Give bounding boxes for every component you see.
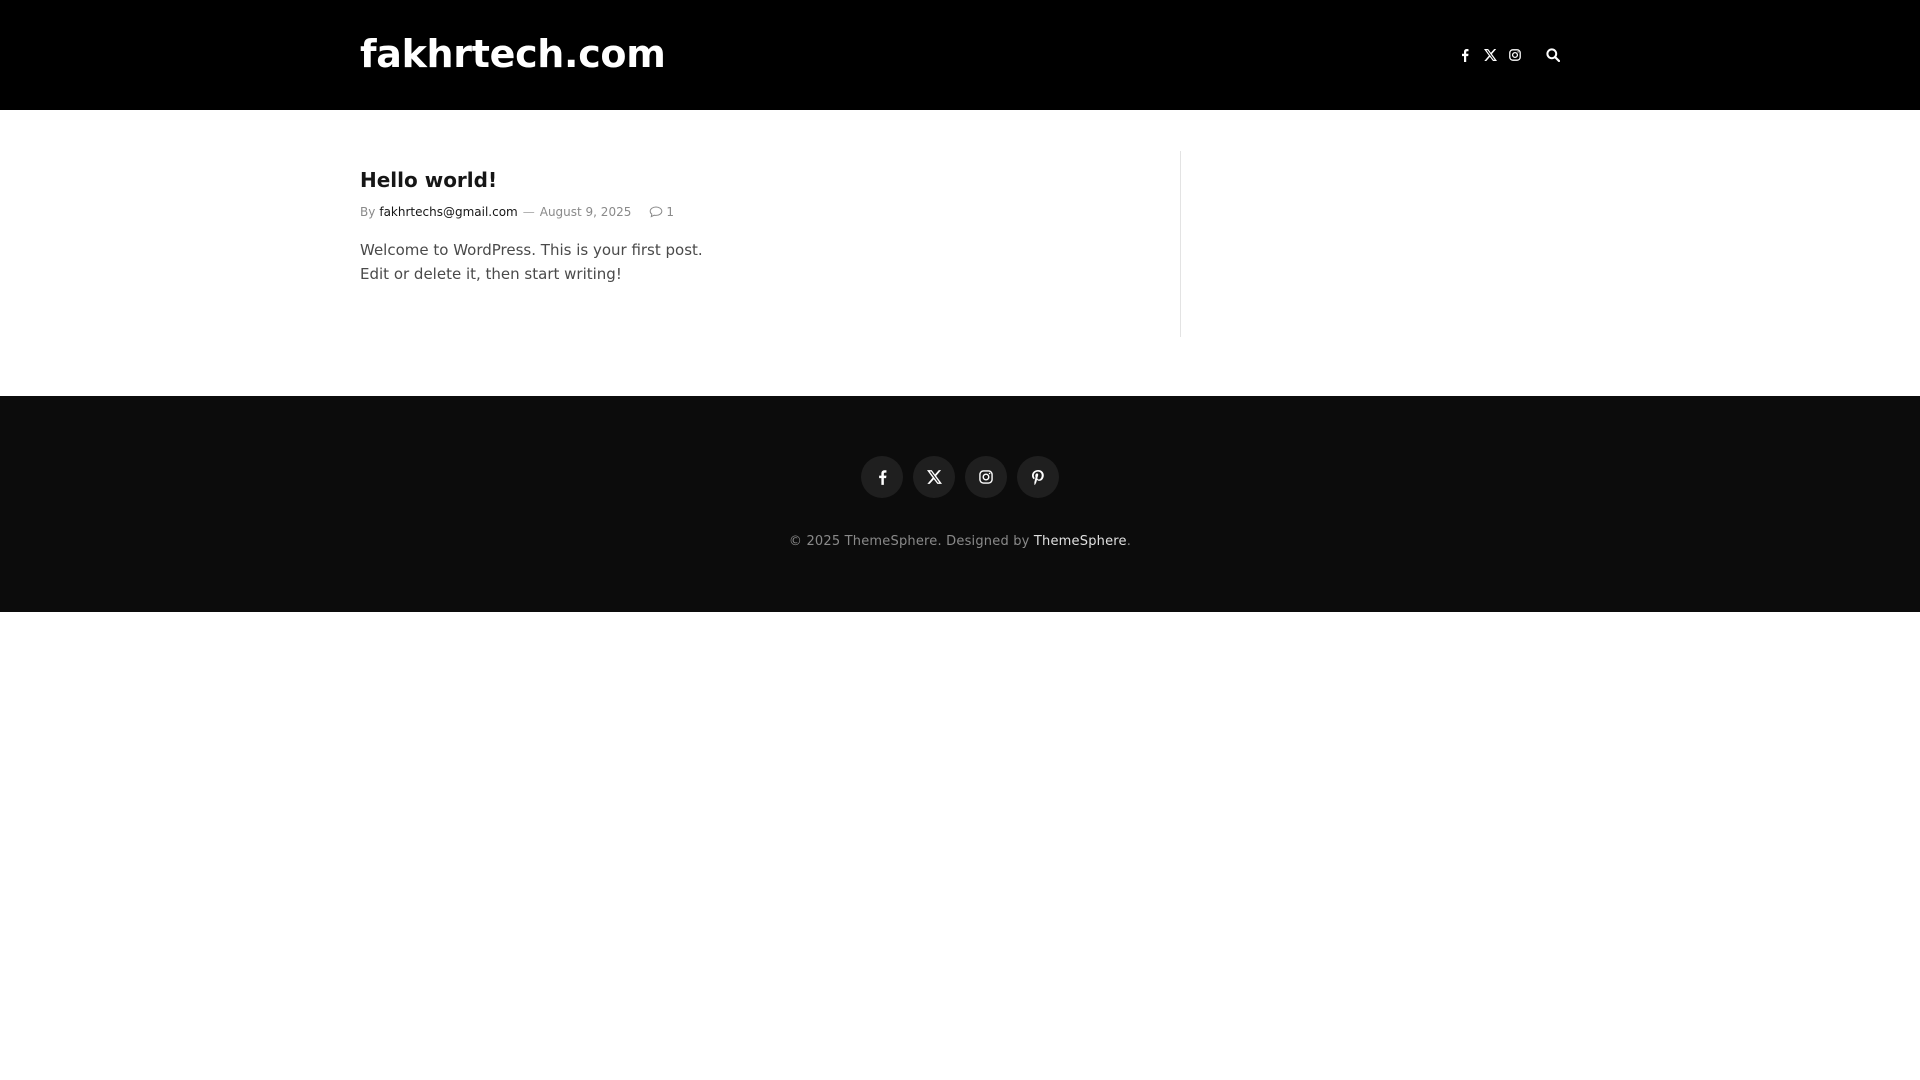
author-link[interactable]: fakhrtechs@gmail.com: [379, 204, 517, 220]
facebook-icon: [878, 469, 886, 485]
comments-link[interactable]: 1: [649, 204, 674, 220]
footer-pinterest-button[interactable]: [1017, 456, 1059, 498]
post-excerpt: Welcome to WordPress. This is your first…: [360, 238, 720, 286]
main-content: Hello world! By fakhrtechs@gmail.com — A…: [0, 110, 1920, 396]
sidebar-divider: [1180, 151, 1181, 337]
footer-social-links: [861, 456, 1069, 498]
search-icon[interactable]: [1542, 44, 1564, 66]
header-social-icons: [1455, 44, 1530, 66]
excerpt-line-2: Edit or delete it, then start writing!: [360, 265, 622, 283]
post-title-link[interactable]: Hello world!: [360, 166, 1060, 194]
themesphere-link[interactable]: ThemeSphere: [1034, 534, 1127, 549]
facebook-icon[interactable]: [1455, 44, 1475, 66]
pinterest-icon: [1032, 469, 1044, 485]
footer-instagram-button[interactable]: [965, 456, 1007, 498]
post-date: August 9, 2025: [539, 205, 632, 219]
footer-x-button[interactable]: [913, 456, 955, 498]
x-twitter-icon[interactable]: [1480, 44, 1500, 66]
site-header: fakhrtech.com: [0, 0, 1920, 110]
footer-facebook-button[interactable]: [861, 456, 903, 498]
copyright-text: © 2025 ThemeSphere. Designed by ThemeSph…: [0, 533, 1920, 551]
copyright-prefix: © 2025 ThemeSphere. Designed by: [788, 534, 1034, 549]
post-meta: By fakhrtechs@gmail.com — August 9, 2025…: [360, 204, 1060, 220]
post-item: Hello world! By fakhrtechs@gmail.com — A…: [360, 166, 1060, 286]
site-footer: © 2025 ThemeSphere. Designed by ThemeSph…: [0, 396, 1920, 612]
comment-icon: [650, 206, 663, 218]
instagram-icon[interactable]: [1505, 44, 1525, 66]
instagram-icon: [979, 470, 993, 484]
x-twitter-icon: [926, 470, 942, 484]
copyright-suffix: .: [1126, 534, 1132, 549]
excerpt-line-1: Welcome to WordPress. This is your first…: [360, 241, 703, 259]
meta-separator: —: [522, 205, 535, 219]
by-label: By: [360, 205, 376, 219]
site-title-link[interactable]: fakhrtech.com: [360, 29, 666, 79]
comment-count: 1: [666, 205, 674, 219]
